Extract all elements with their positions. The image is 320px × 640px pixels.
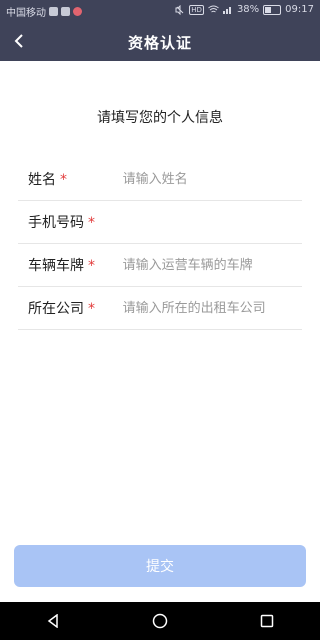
required-mark: * [88,215,95,231]
mute-icon [175,4,184,15]
field-row-phone: 手机号码 * [18,201,302,244]
required-mark: * [60,172,67,188]
company-label-text: 所在公司 [28,301,84,317]
system-recents-button[interactable] [252,606,282,636]
plate-label-text: 车辆车牌 [28,258,84,274]
system-back-button[interactable] [38,606,68,636]
recents-square-icon [260,614,273,628]
info-form: 姓名* 手机号码* 车辆车牌* 所在公司* [18,158,302,330]
message-icon [49,7,58,16]
carrier-name: 中国移动 [6,8,46,19]
page-title: 资格认证 [127,34,192,52]
back-triangle-icon [48,614,59,628]
field-label-phone: 手机号码 * [18,212,121,232]
clock: 09:17 [285,4,314,15]
field-label-plate: 车辆车牌 * [18,255,121,275]
required-mark: * [88,301,95,317]
status-right: HD 38% 09:17 [175,4,314,15]
company-input[interactable] [120,299,302,317]
field-row-plate: 车辆车牌 * [18,244,302,287]
status-bar: 中国移动 HD 38% 09:17 [0,0,320,22]
field-row-name: 姓名 * [18,158,302,201]
system-nav-bar [0,602,320,640]
plate-input[interactable] [120,256,302,274]
field-label-name: 姓名 * [18,169,121,189]
form-subtitle: 请填写您的个人信息 [97,110,223,126]
hd-icon: HD [189,4,204,15]
battery-percent: 38% [236,4,260,15]
required-mark: * [88,258,95,274]
signal-icon [222,7,231,14]
system-home-button[interactable] [145,606,175,636]
phone-label-text: 手机号码 [28,215,84,231]
name-input[interactable] [120,170,302,188]
nav-bar: 资格认证 [0,22,320,61]
chat-icon [61,7,70,16]
phone-input[interactable] [120,213,302,231]
name-label-text: 姓名 [28,172,56,188]
home-circle-icon [152,613,168,629]
wifi-icon [208,5,219,13]
battery-icon [263,4,282,15]
field-row-company: 所在公司 * [18,287,302,330]
heart-icon [73,7,82,16]
submit-button[interactable]: 提交 [14,545,306,587]
status-left: 中国移动 [6,4,82,19]
field-label-company: 所在公司 * [18,298,121,318]
